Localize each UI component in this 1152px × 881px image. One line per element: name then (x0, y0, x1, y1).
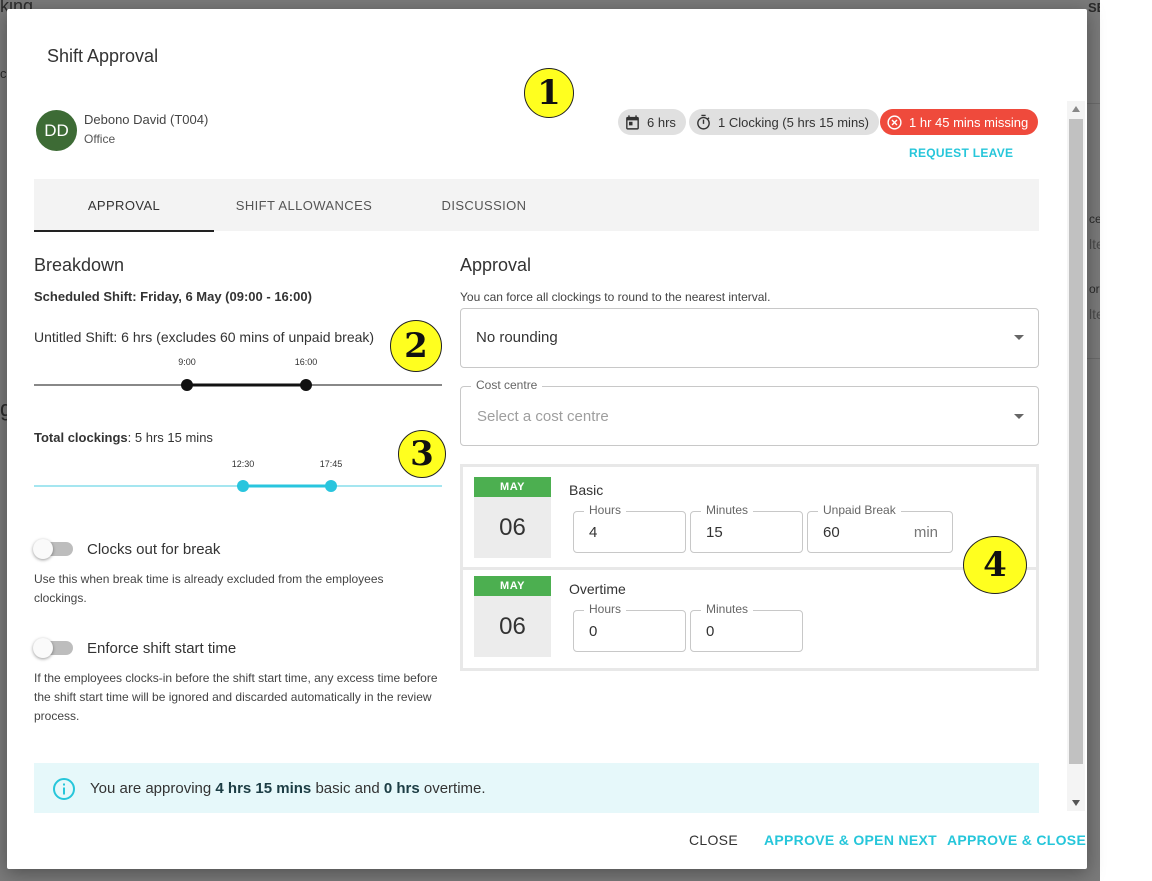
basic-day: 06 (499, 513, 526, 541)
clocking-timeline: 12:30 17:45 (34, 459, 442, 495)
overtime-hours-value: 0 (589, 623, 598, 640)
tab-bar: APPROVAL SHIFT ALLOWANCES DISCUSSION (34, 179, 1039, 232)
calendar-icon (626, 114, 639, 130)
toggle-knob (33, 638, 53, 658)
basic-minutes-input[interactable]: Minutes 15 (690, 503, 803, 553)
rounding-select[interactable]: No rounding (460, 308, 1039, 368)
summary-suffix: overtime. (419, 780, 486, 797)
total-clockings-value: : 5 hrs 15 mins (127, 430, 213, 445)
scroll-down-arrow[interactable] (1072, 800, 1080, 806)
scheduled-hours-text: 6 hrs (647, 114, 676, 130)
basic-hours-value: 4 (589, 524, 598, 541)
tab-approval[interactable]: APPROVAL (34, 179, 214, 232)
approve-close-button[interactable]: APPROVE & CLOSE (947, 832, 1086, 848)
annotation-marker-2: 2 (390, 320, 442, 372)
scroll-up-arrow[interactable] (1072, 106, 1080, 112)
total-clockings: Total clockings: 5 hrs 15 mins (34, 430, 213, 445)
tab-discussion[interactable]: DISCUSSION (394, 179, 574, 231)
scheduled-shift: Scheduled Shift: Friday, 6 May (09:00 - … (34, 289, 312, 304)
tab-shift-allowances[interactable]: SHIFT ALLOWANCES (214, 179, 394, 231)
hours-panel: MAY 06 Basic Hours 4 Minutes 15 Unpaid B… (460, 464, 1039, 671)
enforce-shift-start-label: Enforce shift start time (87, 640, 237, 657)
basic-hours-label: Hours (584, 503, 627, 517)
shift-timeline-track (34, 379, 442, 391)
shift-description: Untitled Shift: 6 hrs (excludes 60 mins … (34, 329, 375, 345)
basic-minutes-value: 15 (706, 524, 723, 541)
overtime-date-badge: MAY 06 (474, 576, 551, 657)
basic-title: Basic (569, 482, 604, 498)
breakdown-title: Breakdown (34, 255, 125, 275)
caret-down-icon (1014, 335, 1024, 340)
employee-department: Office (84, 132, 116, 146)
basic-date-badge: MAY 06 (474, 477, 551, 558)
enforce-shift-start-help-text: If the employees clocks-in before the sh… (34, 671, 438, 723)
unpaid-break-value: 60 (823, 524, 840, 541)
caret-down-icon (1014, 414, 1024, 419)
unpaid-break-input[interactable]: Unpaid Break 60 min (807, 503, 953, 553)
overtime-hours-label: Hours (584, 602, 627, 616)
avatar: DD (36, 110, 77, 151)
clocks-out-for-break-toggle[interactable] (33, 539, 73, 559)
approval-summary-text: You are approving 4 hrs 15 mins basic an… (90, 780, 486, 797)
clocks-out-help-text: Use this when break time is already excl… (34, 572, 384, 605)
cost-centre-select[interactable]: Cost centre Select a cost centre (460, 378, 1039, 446)
shift-approval-dialog: Shift Approval DD Debono David (T004) Of… (7, 9, 1087, 869)
cost-centre-placeholder: Select a cost centre (477, 408, 609, 425)
dialog-scrollbar[interactable] (1067, 101, 1085, 811)
cancel-circle-icon (887, 114, 902, 130)
info-icon (53, 778, 75, 800)
total-clockings-label: Total clockings (34, 430, 128, 445)
summary-middle: basic and (311, 780, 384, 797)
approve-open-next-button[interactable]: APPROVE & OPEN NEXT (764, 832, 937, 848)
dialog-title: Shift Approval (47, 46, 159, 66)
stopwatch-icon (697, 114, 710, 130)
basic-month: MAY (474, 477, 551, 497)
overtime-title: Overtime (569, 581, 626, 597)
annotation-marker-1: 1 (524, 68, 574, 118)
background-divider (1087, 103, 1100, 104)
unpaid-break-unit: min (913, 524, 938, 541)
toggle-knob (33, 539, 53, 559)
employee-name: Debono David (T004) (84, 112, 209, 127)
summary-overtime-amount: 0 hrs (383, 780, 420, 797)
scheduled-hours-chip: 6 hrs (618, 109, 686, 135)
summary-basic-amount: 4 hrs 15 mins (215, 780, 312, 797)
basic-hours-input[interactable]: Hours 4 (573, 503, 686, 553)
shift-timeline: 9:00 16:00 (34, 357, 442, 393)
scrollbar-thumb[interactable] (1069, 119, 1083, 764)
basic-minutes-label: Minutes (701, 503, 754, 517)
missing-hours-text: 1 hr 45 mins missing (909, 114, 1029, 130)
overtime-minutes-input[interactable]: Minutes 0 (690, 602, 803, 652)
overtime-day: 06 (499, 612, 526, 640)
close-button[interactable]: CLOSE (689, 832, 738, 848)
approval-description: You can force all clockings to round to … (460, 290, 771, 304)
annotation-marker-3: 3 (398, 430, 446, 478)
unpaid-break-label: Unpaid Break (818, 503, 901, 517)
clockings-chip: 1 Clocking (5 hrs 15 mins) (689, 109, 879, 135)
request-leave-button[interactable]: REQUEST LEAVE (909, 146, 1013, 160)
clockings-text: 1 Clocking (5 hrs 15 mins) (718, 114, 869, 130)
approval-title: Approval (460, 255, 532, 275)
cost-centre-label: Cost centre (471, 378, 543, 392)
overtime-hours-input[interactable]: Hours 0 (573, 602, 686, 652)
enforce-shift-start-toggle[interactable] (33, 638, 73, 658)
rounding-value: No rounding (476, 329, 558, 346)
annotation-marker-4: 4 (963, 536, 1027, 594)
missing-hours-chip: 1 hr 45 mins missing (880, 109, 1039, 135)
overtime-minutes-label: Minutes (701, 602, 754, 616)
overtime-month: MAY (474, 576, 551, 596)
background-divider (1087, 358, 1100, 359)
panel-divider (463, 567, 1036, 570)
approval-summary: You are approving 4 hrs 15 mins basic an… (34, 763, 1039, 813)
summary-prefix: You are approving (90, 780, 216, 797)
clocks-out-for-break-label: Clocks out for break (87, 541, 221, 558)
clocking-timeline-track (34, 480, 442, 492)
overtime-minutes-value: 0 (706, 623, 715, 640)
page-margin (1100, 0, 1152, 881)
